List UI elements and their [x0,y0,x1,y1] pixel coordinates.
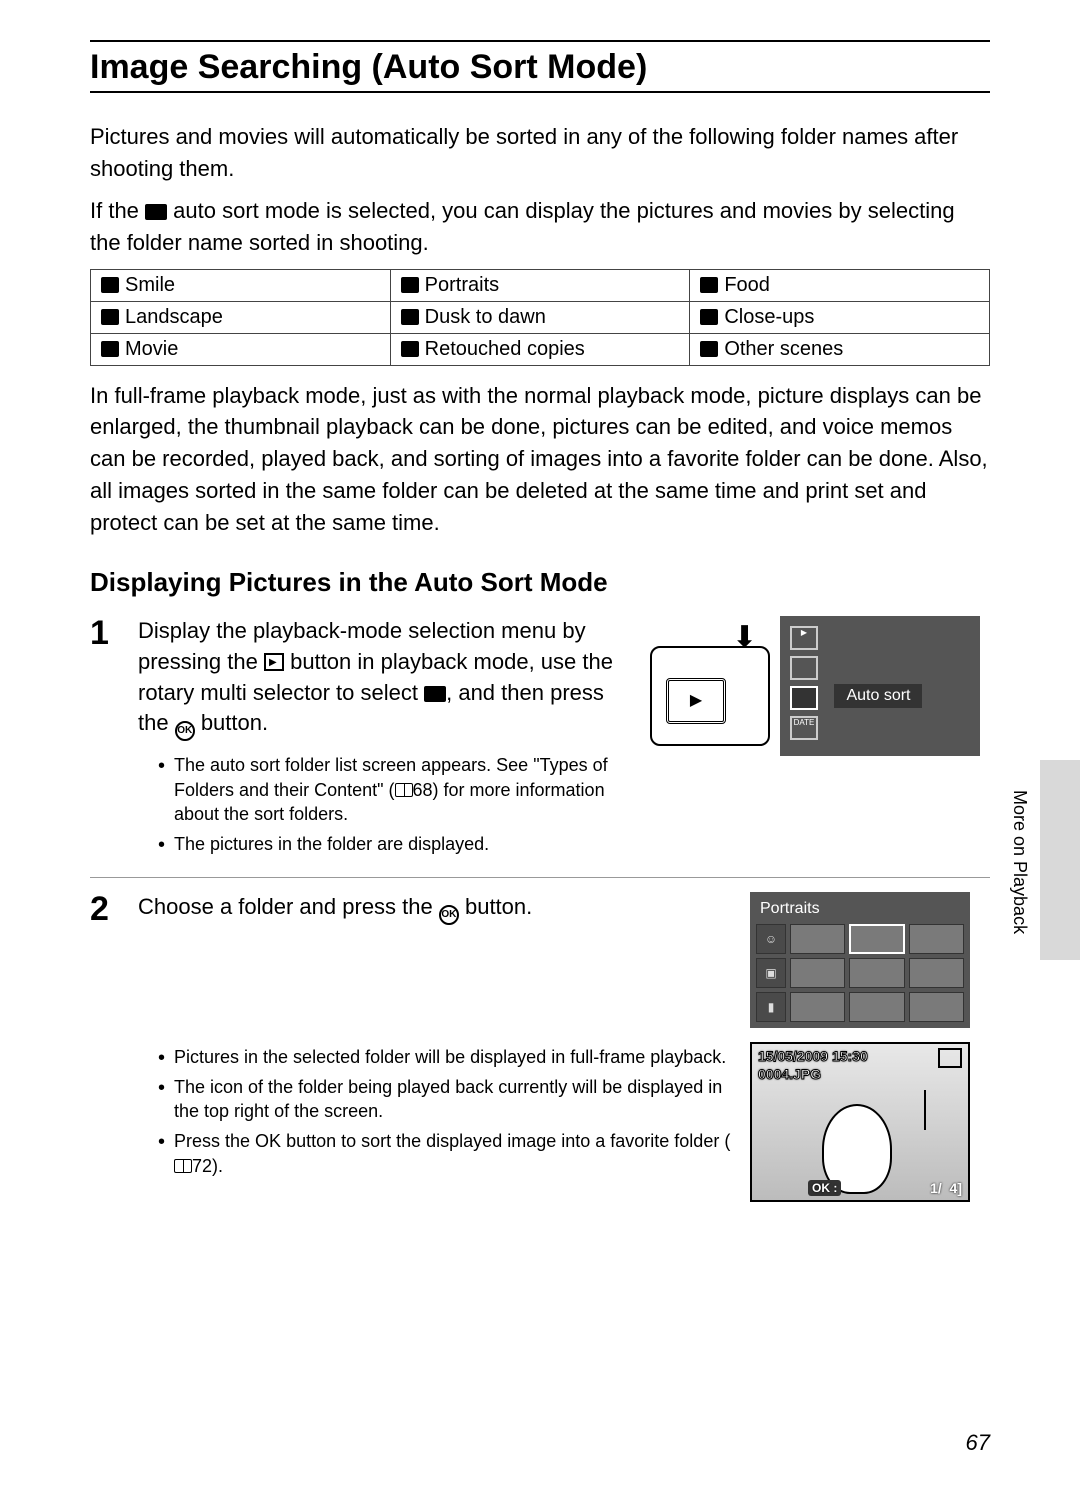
ok-button-icon: OK [175,721,195,741]
menu-icon-4: DATE [790,716,818,740]
step1-instruction: Display the playback-mode selection menu… [138,616,636,741]
menu-icon-1: ▶ [790,626,818,650]
playback-counter: 1/ 4] [930,1180,962,1196]
playback-button-icon [264,653,284,671]
step-2: 2 Choose a folder and press the OK butto… [90,892,990,1216]
auto-sort-icon [424,686,446,702]
down-arrow-icon: ⬇ [732,620,757,655]
page-title: Image Searching (Auto Sort Mode) [90,48,990,93]
playback-date: 15/05/2009 15:30 [758,1048,868,1064]
thumbnail-screenshot: Portraits ☺ ▣ ▮ [750,892,970,1028]
other-scenes-icon [700,341,718,357]
dusk-icon [401,309,419,325]
step2-note-3: Press the OK button to sort the displaye… [174,1129,736,1178]
intro-paragraph-2: If the auto sort mode is selected, you c… [90,195,990,259]
grid-ico: ☺ [756,924,786,954]
page-ref-icon [174,1159,192,1173]
page-number: 67 [966,1430,990,1456]
menu-screenshot: ▶ DATE Auto sort [780,616,980,756]
playback-screenshot: 15/05/2009 15:30 0004.JPG OK : 1/ 4] [750,1042,970,1202]
retouched-icon [401,341,419,357]
step-1: 1 Display the playback-mode selection me… [90,616,990,878]
side-section-label: More on Playback [1009,790,1030,934]
closeups-icon [700,309,718,325]
thumb [790,924,845,954]
thumb [849,958,904,988]
step2-note-1: Pictures in the selected folder will be … [174,1045,736,1069]
food-icon [700,277,718,293]
step2-note-2: The icon of the folder being played back… [174,1075,736,1124]
thumb-title: Portraits [756,898,964,924]
smile-icon [101,277,119,293]
playback-filename: 0004.JPG [758,1066,821,1082]
thumb [790,992,845,1022]
thumb [909,992,964,1022]
ok-button-icon: OK [439,905,459,925]
step2-instruction: Choose a folder and press the OK button. [138,892,736,925]
thumb [909,924,964,954]
thumb [909,958,964,988]
page-ref-icon [395,783,413,797]
portraits-icon [401,277,419,293]
landscape-icon [101,309,119,325]
menu-icon-autosort [790,686,818,710]
grid-ico: ▮ [756,992,786,1022]
movie-icon [101,341,119,357]
thumb [790,958,845,988]
ok-favorite-hint: OK : [808,1180,841,1196]
step1-note-2: The pictures in the folder are displayed… [174,832,636,856]
thumb [849,992,904,1022]
auto-sort-icon [145,204,167,220]
step1-note-1: The auto sort folder list screen appears… [174,753,636,826]
intro-paragraph-1: Pictures and movies will automatically b… [90,121,990,185]
menu-icon-2 [790,656,818,680]
folder-type-icon [938,1048,962,1068]
menu-selected-label: Auto sort [834,684,922,708]
section-subtitle: Displaying Pictures in the Auto Sort Mod… [90,567,990,598]
thumb-selected [849,924,904,954]
after-table-paragraph: In full-frame playback mode, just as wit… [90,380,990,539]
ok-button-icon: OK [255,1131,281,1151]
step-number-1: 1 [90,616,124,863]
grid-ico: ▣ [756,958,786,988]
background-illustration [924,1090,954,1130]
folder-types-table: Smile Portraits Food Landscape Dusk to d… [90,269,990,366]
camera-back-illustration: ⬇ ▶ [650,646,770,746]
side-tab [1040,760,1080,960]
step-number-2: 2 [90,892,124,1202]
